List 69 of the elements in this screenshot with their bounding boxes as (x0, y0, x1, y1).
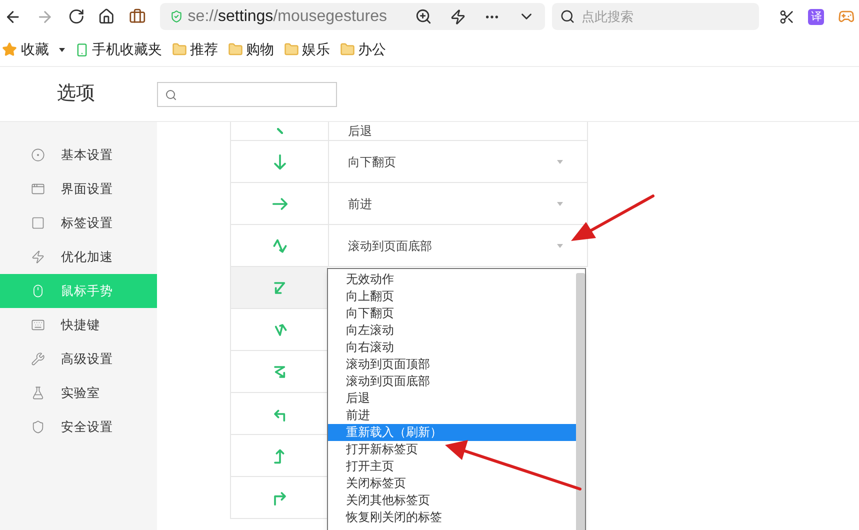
sidebar-item[interactable]: 标签设置 (0, 206, 157, 240)
wrench-icon (31, 352, 45, 366)
reload-icon[interactable] (68, 8, 84, 25)
dropdown-option[interactable]: 打开主页 (328, 458, 576, 475)
bookmark-link[interactable]: 手机收藏夹 (92, 39, 162, 60)
dropdown-option[interactable]: 滚动到页面底部 (328, 373, 576, 390)
secure-icon (170, 10, 183, 23)
phone-icon (75, 42, 89, 56)
bookmark-link[interactable]: 办公 (358, 39, 386, 60)
dropdown-option[interactable]: 向左滚动 (328, 322, 576, 339)
translate-button[interactable]: 译 (808, 8, 824, 24)
action-select[interactable]: 向下翻页 (328, 141, 588, 183)
gamepad-icon[interactable] (838, 8, 856, 25)
caret-icon[interactable] (59, 48, 65, 52)
dropdown-option[interactable]: 关闭标签页 (328, 475, 576, 492)
bookmark-link[interactable]: 推荐 (190, 39, 218, 60)
zoom-icon[interactable] (414, 8, 432, 25)
keyboard-icon (31, 318, 45, 332)
bookmark-link[interactable]: 收藏 (21, 39, 49, 60)
settings-search-field[interactable] (157, 82, 337, 106)
folder-icon (284, 42, 299, 57)
bookmark-link[interactable]: 购物 (246, 39, 274, 60)
dropdown-option[interactable]: 向上翻页 (328, 288, 576, 305)
briefcase-icon[interactable] (129, 8, 146, 25)
sidebar-item[interactable]: 界面设置 (0, 172, 157, 206)
dropdown-option[interactable]: 前进 (328, 407, 576, 424)
dropdown-option[interactable]: 向右滚动 (328, 339, 576, 356)
dropdown-option[interactable]: 重新载入（刷新） (328, 424, 576, 441)
bookmark-link[interactable]: 娱乐 (302, 39, 330, 60)
caret-icon (557, 244, 563, 248)
dropdown-option[interactable]: 滚动到页面顶部 (328, 356, 576, 373)
dropdown-option[interactable]: 关闭其他标签页 (328, 492, 576, 509)
page-title: 选项 (57, 82, 96, 106)
action-select[interactable]: 后退 (328, 122, 588, 141)
address-bar[interactable]: se://settings/mousegestures (160, 3, 545, 30)
url-host: settings (218, 6, 274, 26)
search-field[interactable]: 点此搜索 (552, 3, 759, 30)
sidebar-item[interactable]: 高级设置 (0, 342, 157, 376)
folder-icon (340, 42, 355, 57)
url-path: /mousegestures (273, 6, 388, 26)
action-select[interactable]: 前进 (328, 183, 588, 225)
sidebar-item[interactable]: 快捷键 (0, 308, 157, 342)
window-icon (31, 182, 45, 196)
folder-icon (228, 42, 243, 57)
dropdown-option[interactable]: 后退 (328, 390, 576, 407)
flask-icon (31, 386, 45, 400)
scissors-icon[interactable] (778, 8, 794, 24)
dropdown-option[interactable]: 恢复刚关闭的标签 (328, 509, 576, 526)
sidebar-item[interactable]: 基本设置 (0, 138, 157, 172)
search-icon (165, 88, 177, 100)
folder-icon (172, 42, 187, 57)
sidebar-item[interactable]: 实验室 (0, 376, 157, 410)
sidebar-item[interactable]: 安全设置 (0, 410, 157, 444)
home-icon[interactable] (98, 8, 116, 25)
lightning-icon[interactable] (450, 8, 466, 24)
dropdown-option[interactable]: 向下翻页 (328, 305, 576, 322)
caret-icon (557, 160, 563, 164)
shield-icon (31, 420, 45, 434)
dropdown-option[interactable]: 打开新标签页 (328, 441, 576, 458)
star-icon (2, 42, 17, 57)
square-icon (31, 216, 45, 230)
sidebar-item[interactable]: 优化加速 (0, 240, 157, 274)
mouse-icon (31, 284, 45, 298)
url-scheme: se:// (188, 6, 218, 26)
search-icon (560, 9, 575, 24)
dropdown-option[interactable]: 无效动作 (328, 271, 576, 288)
lightning-icon (31, 250, 45, 264)
scrollbar[interactable] (576, 273, 585, 530)
caret-icon (557, 202, 563, 206)
